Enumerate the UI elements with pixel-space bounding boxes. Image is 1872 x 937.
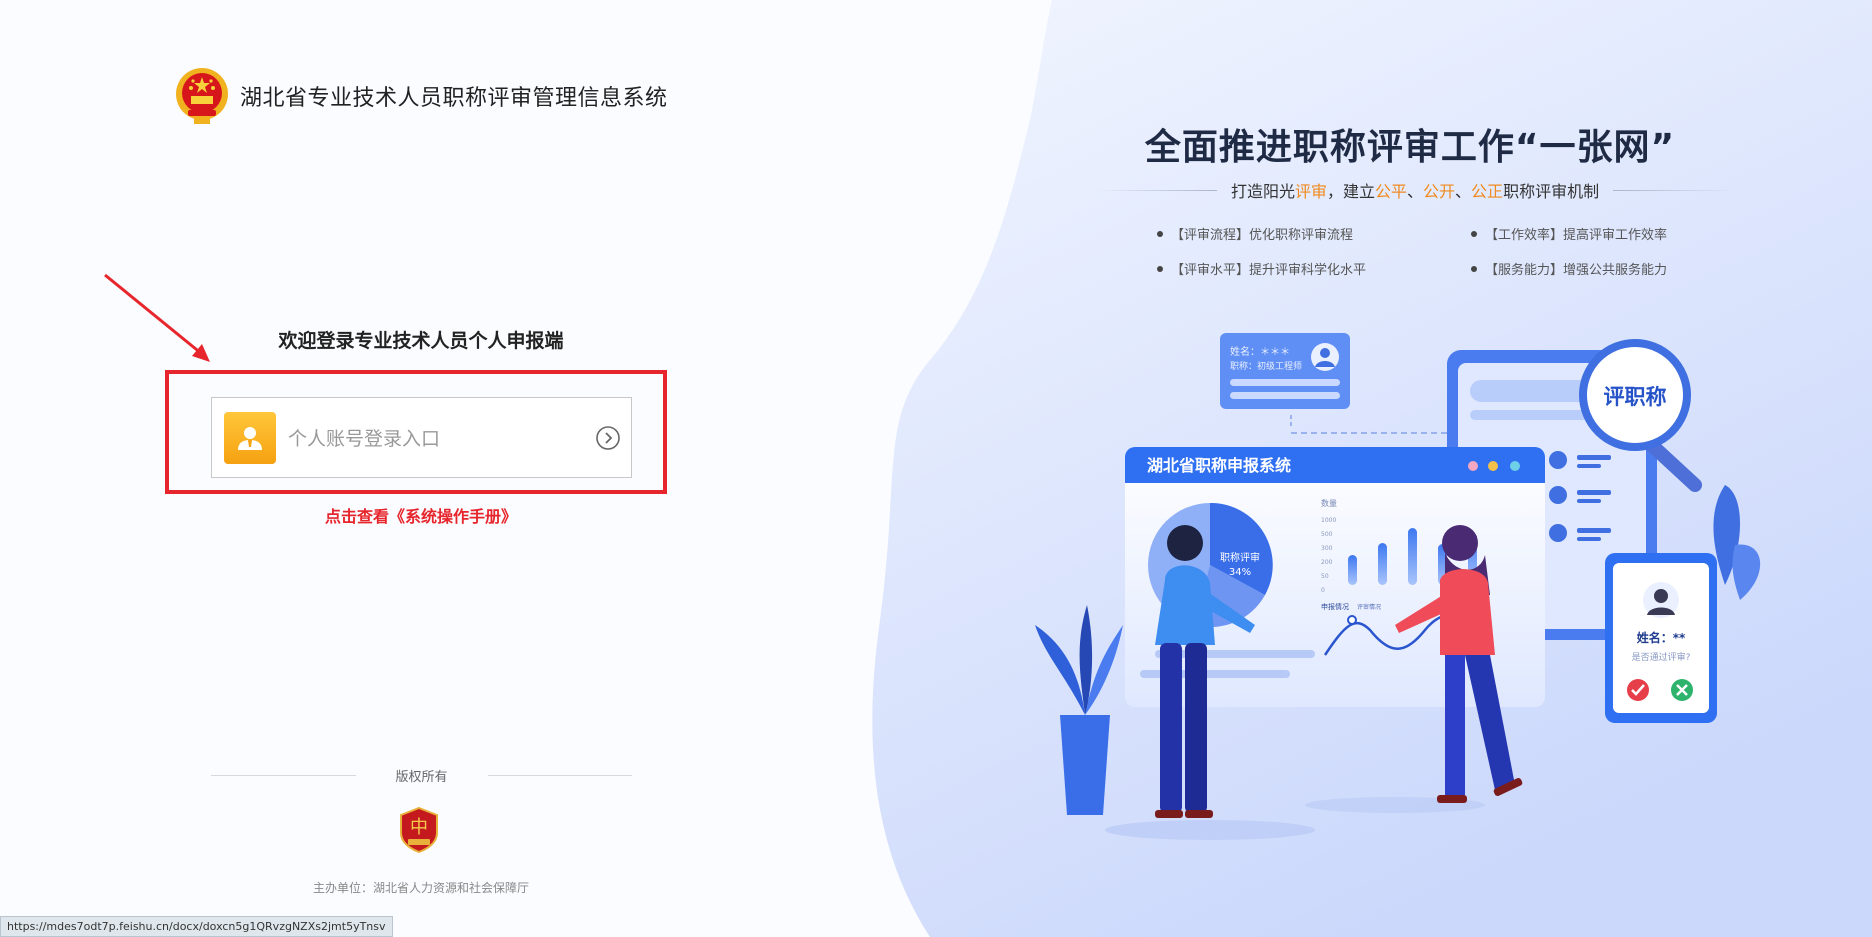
svg-text:中: 中 xyxy=(410,817,428,838)
magnifier-label: 评职称 xyxy=(1604,385,1667,409)
user-icon xyxy=(224,411,276,464)
line-legend-2: 评审情况 xyxy=(1357,603,1381,611)
divider xyxy=(487,775,633,776)
entry-label: 个人账号登录入口 xyxy=(288,428,441,450)
system-title: 湖北省专业技术人员职称评审管理信息系统 xyxy=(240,86,668,111)
operation-manual-link[interactable]: 点击查看《系统操作手册》 xyxy=(0,503,842,527)
status-bar-url: https://mdes7odt7p.feishu.cn/docx/doxcn5… xyxy=(0,916,393,937)
svg-text:50: 50 xyxy=(1321,573,1329,580)
card-title: 职称：初级工程师 xyxy=(1230,360,1302,372)
svg-text:300: 300 xyxy=(1321,545,1333,552)
line-legend-1: 申报情况 xyxy=(1321,602,1349,611)
phone-question: 是否通过评审? xyxy=(1632,651,1691,663)
arrow-right-circle-icon xyxy=(596,425,620,450)
divider xyxy=(1095,189,1217,191)
sponsor-text: 主办单位：湖北省人力资源和社会保障厅 xyxy=(312,881,529,895)
promo-subline-row: 打造阳光评审，建立公平、公开、公正职称评审机制 xyxy=(1095,178,1736,202)
screen-title: 湖北省职称申报系统 xyxy=(1147,456,1291,475)
welcome-heading: 欢迎登录专业技术人员个人申报端 xyxy=(278,330,564,352)
annotation-arrow xyxy=(104,273,210,362)
promo-illustration: 姓名：＊＊＊ 职称：初级工程师 评职称 湖北省职称申报系统 职称评审 34% 数… xyxy=(1035,333,1761,840)
pie-percent: 34% xyxy=(1229,567,1251,578)
promo-bullets: 【评审流程】优化职称评审流程 【工作效率】提高评审工作效率 【评审水平】提升评审… xyxy=(1157,224,1697,278)
divider xyxy=(1613,189,1736,191)
promo-slogan: 全面推进职称评审工作“一张网” xyxy=(1144,127,1676,168)
bullet-item: 【评审水平】提升评审科学化水平 xyxy=(1157,259,1471,278)
bar-axis-title: 数量 xyxy=(1321,498,1337,508)
divider xyxy=(211,775,356,776)
svg-text:500: 500 xyxy=(1321,531,1333,538)
copyright-text: 版权所有 xyxy=(395,770,448,785)
copyright-row: 版权所有 xyxy=(211,766,633,785)
card-name: 姓名：＊＊＊ xyxy=(1230,345,1290,358)
bullet-item: 【服务能力】增强公共服务能力 xyxy=(1471,259,1697,278)
bullet-item: 【工作效率】提高评审工作效率 xyxy=(1471,224,1697,243)
pie-label: 职称评审 xyxy=(1220,551,1260,564)
svg-text:1000: 1000 xyxy=(1321,517,1336,524)
system-header: 湖北省专业技术人员职称评审管理信息系统 xyxy=(174,66,668,126)
promo-subline: 打造阳光评审，建立公平、公开、公正职称评审机制 xyxy=(1230,182,1600,201)
svg-text:0: 0 xyxy=(1321,587,1325,594)
personal-login-entry-button[interactable]: 个人账号登录入口 xyxy=(211,397,632,478)
national-emblem-icon xyxy=(176,68,228,124)
bullet-item: 【评审流程】优化职称评审流程 xyxy=(1157,224,1471,243)
department-badge-icon: 中 xyxy=(400,807,438,853)
phone-name: 姓名：** xyxy=(1637,630,1686,645)
id-card: 姓名：＊＊＊ 职称：初级工程师 xyxy=(1220,333,1455,434)
svg-text:200: 200 xyxy=(1321,559,1333,566)
